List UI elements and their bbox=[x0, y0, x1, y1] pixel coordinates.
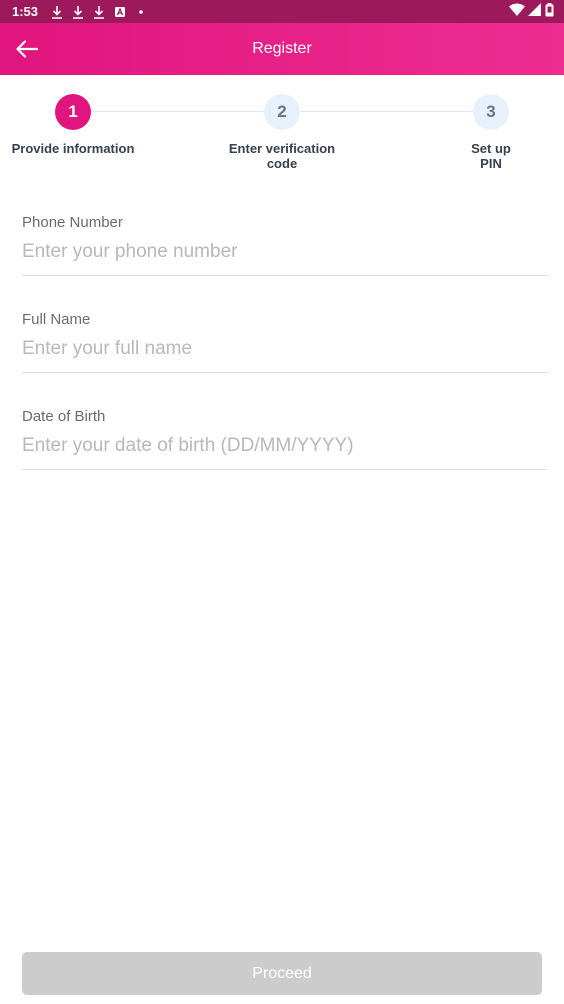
step-set-up-pin: 3 Set up PIN bbox=[416, 94, 564, 171]
download-icon bbox=[51, 5, 63, 19]
full-name-label: Full Name bbox=[22, 311, 91, 328]
registration-stepper: 1 Provide information 2 Enter verificati… bbox=[0, 75, 564, 185]
phone-number-input[interactable] bbox=[22, 241, 547, 263]
full-name-input[interactable] bbox=[22, 338, 547, 360]
wifi-icon bbox=[509, 3, 525, 20]
step-label: Provide information bbox=[11, 141, 135, 156]
back-button[interactable] bbox=[14, 37, 40, 61]
date-of-birth-label: Date of Birth bbox=[22, 408, 106, 425]
app-bar: Register bbox=[0, 23, 564, 75]
step-number: 1 bbox=[55, 94, 91, 130]
step-number: 2 bbox=[264, 94, 300, 130]
signal-icon bbox=[528, 3, 542, 20]
a-icon bbox=[114, 5, 126, 19]
phone-number-label: Phone Number bbox=[22, 214, 123, 231]
download-icon bbox=[93, 5, 105, 19]
phone-number-field: Phone Number bbox=[22, 210, 547, 276]
status-time: 1:53 bbox=[12, 4, 39, 19]
date-of-birth-input[interactable] bbox=[22, 435, 547, 457]
dot-icon bbox=[135, 5, 147, 19]
step-label: Set up PIN bbox=[471, 141, 511, 171]
page-title: Register bbox=[252, 40, 312, 57]
date-of-birth-field: Date of Birth bbox=[22, 404, 547, 470]
full-name-field: Full Name bbox=[22, 307, 547, 373]
status-bar: 1:53 bbox=[0, 0, 564, 23]
download-icon bbox=[72, 5, 84, 19]
status-right bbox=[509, 3, 554, 20]
status-left: 1:53 bbox=[12, 4, 147, 19]
battery-icon bbox=[545, 3, 554, 20]
step-provide-information: 1 Provide information bbox=[0, 94, 148, 156]
step-number: 3 bbox=[473, 94, 509, 130]
arrow-left-icon bbox=[16, 40, 38, 58]
proceed-button[interactable]: Proceed bbox=[22, 952, 542, 995]
step-enter-verification-code: 2 Enter verification code bbox=[207, 94, 357, 171]
step-label: Enter verification code bbox=[228, 141, 336, 171]
